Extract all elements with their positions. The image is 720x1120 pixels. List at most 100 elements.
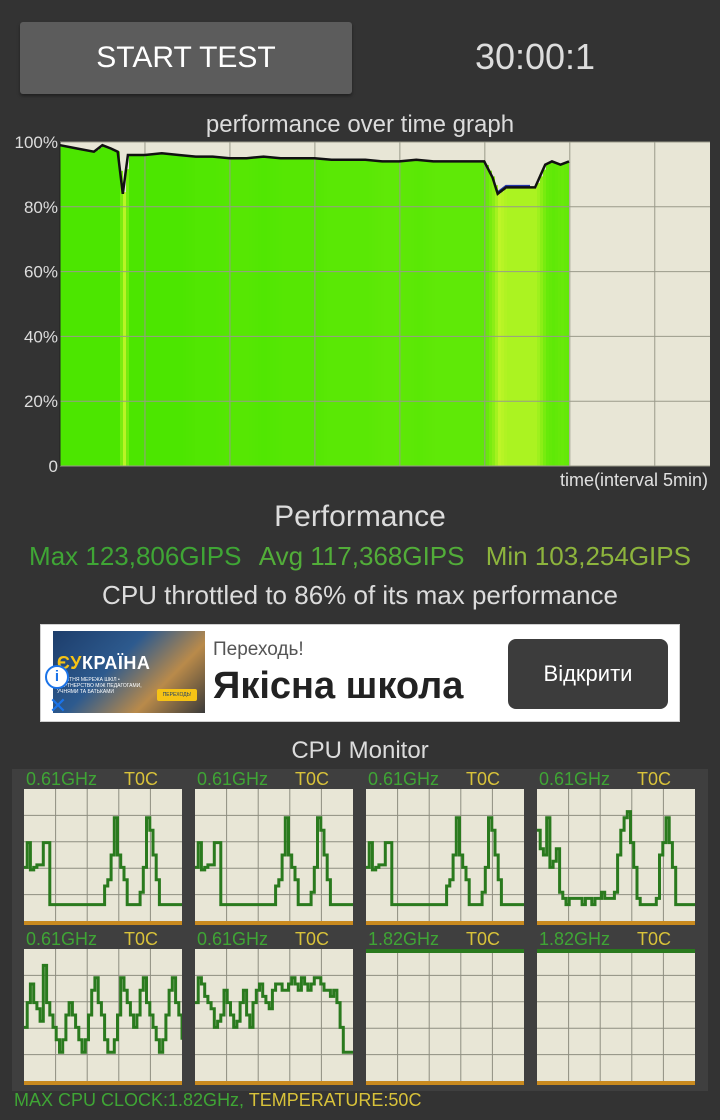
perf-area-bar xyxy=(309,158,312,466)
perf-area-bar xyxy=(417,159,420,466)
perf-area-bar xyxy=(240,158,243,466)
perf-area-bar xyxy=(519,187,522,467)
perf-area-bar xyxy=(213,156,216,466)
perf-area-bar xyxy=(189,155,192,467)
perf-area-bar xyxy=(369,160,372,466)
perf-area-bar xyxy=(303,158,306,466)
perf-area-bar xyxy=(93,151,96,467)
perf-area-bar xyxy=(117,151,120,466)
core-frequency: 0.61GHz xyxy=(539,769,611,789)
ad-banner[interactable]: ЄУКРАЇНА ОСВІТНЯ МЕРЕЖА ШКІЛ • ПАРТНЕРСТ… xyxy=(40,624,680,722)
perf-area-bar xyxy=(222,157,225,467)
perf-area-bar xyxy=(279,158,282,466)
y-tick-label: 0 xyxy=(49,457,58,473)
ad-info-icon[interactable]: i xyxy=(45,665,69,689)
ad-open-button[interactable]: Відкрити xyxy=(508,639,668,709)
x-axis-label: time(interval 5min) xyxy=(559,470,708,490)
perf-area-bar xyxy=(162,153,165,466)
perf-area-bar xyxy=(144,154,147,466)
perf-area-bar xyxy=(525,187,528,467)
perf-area-bar xyxy=(123,192,126,466)
ad-logo-rest: КРАЇНА xyxy=(82,653,151,673)
perf-area-bar xyxy=(252,157,255,466)
perf-area-bar xyxy=(207,156,210,466)
perf-area-bar xyxy=(513,187,516,467)
perf-area-bar xyxy=(318,158,321,466)
perf-area-bar xyxy=(561,164,564,466)
core-temperature: T0C xyxy=(124,929,159,949)
perf-area-bar xyxy=(357,159,360,466)
core-frequency: 0.61GHz xyxy=(197,769,269,789)
perf-area-bar xyxy=(333,159,336,466)
perf-area-bar xyxy=(510,187,513,467)
core-temp-bar xyxy=(195,921,353,925)
core-temp-bar xyxy=(24,921,182,925)
perf-area-bar xyxy=(342,159,345,466)
core-6: 1.82GHz T0C xyxy=(366,929,524,1089)
perf-area-bar xyxy=(156,153,159,466)
perf-area-bar xyxy=(132,154,135,466)
perf-area-bar xyxy=(243,158,246,466)
perf-area-bar xyxy=(255,157,258,467)
cpu-monitor-panel: 0.61GHz T0C 0.61GHz T0C 0.61GHz T0C 0.61… xyxy=(12,769,708,1091)
perf-area-bar xyxy=(111,148,114,466)
perf-area-bar xyxy=(138,154,141,466)
core-temperature: T0C xyxy=(637,929,672,949)
perf-area-bar xyxy=(351,159,354,466)
perf-area-bar xyxy=(345,159,348,466)
perf-area-bar xyxy=(168,153,171,466)
perf-area-bar xyxy=(423,160,426,466)
perf-area-bar xyxy=(315,158,318,466)
ad-image-cta: ПЕРЕХОДЬ! xyxy=(157,689,197,701)
perf-area-bar xyxy=(237,158,240,466)
ad-kicker: Переходь! xyxy=(213,639,304,660)
perf-area-bar xyxy=(234,158,237,466)
core-0: 0.61GHz T0C xyxy=(24,769,182,929)
perf-area-bar xyxy=(153,154,156,466)
perf-area-bar xyxy=(63,145,66,467)
perf-area-bar xyxy=(564,163,567,467)
ad-image[interactable]: ЄУКРАЇНА ОСВІТНЯ МЕРЕЖА ШКІЛ • ПАРТНЕРСТ… xyxy=(53,631,205,713)
perf-area-bar xyxy=(165,153,168,466)
perf-area-bar xyxy=(204,156,207,466)
perf-area-bar xyxy=(372,160,375,466)
core-temperature: T0C xyxy=(466,929,501,949)
start-test-button[interactable]: START TEST xyxy=(20,22,352,94)
core-temp-bar xyxy=(24,1081,182,1085)
perf-area-bar xyxy=(414,160,417,466)
perf-area-bar xyxy=(285,158,288,466)
y-tick-label: 20% xyxy=(24,392,58,411)
perf-area-bar xyxy=(66,146,69,466)
max-stat: Max 123,806GIPS xyxy=(29,541,242,571)
perf-area-bar xyxy=(261,156,264,466)
core-temperature: T0C xyxy=(295,769,330,789)
perf-area-bar xyxy=(549,162,552,467)
perf-area-bar xyxy=(420,160,423,466)
performance-heading: Performance xyxy=(274,500,446,533)
perf-area-bar xyxy=(336,159,339,466)
perf-area-bar xyxy=(534,187,537,467)
perf-area-bar xyxy=(306,158,309,466)
core-graph xyxy=(195,949,353,1085)
perf-area-bar xyxy=(102,145,105,466)
perf-area-bar xyxy=(411,160,414,466)
stats-line: Max 123,806GIPS Avg 117,368GIPS Min 103,… xyxy=(0,541,720,572)
core-frequency: 1.82GHz xyxy=(368,929,440,949)
perf-area-bar xyxy=(339,159,342,466)
perf-area-bar xyxy=(225,157,228,466)
core-graph xyxy=(24,789,182,925)
perf-area-bar xyxy=(543,169,546,466)
ad-close-icon[interactable]: ✕ xyxy=(47,695,69,717)
perf-area-bar xyxy=(198,156,201,466)
perf-area-bar xyxy=(90,150,93,466)
core-frequency: 0.61GHz xyxy=(368,769,440,789)
perf-area-bar xyxy=(186,155,189,467)
core-graph xyxy=(537,789,695,925)
perf-area-bar xyxy=(270,157,273,466)
perf-area-bar xyxy=(501,191,504,466)
perf-area-bar xyxy=(516,187,519,467)
perf-area-bar xyxy=(507,187,510,467)
core-frequency: 0.61GHz xyxy=(197,929,269,949)
perf-area-bar xyxy=(288,158,291,466)
core-graph-bg xyxy=(366,949,524,1081)
